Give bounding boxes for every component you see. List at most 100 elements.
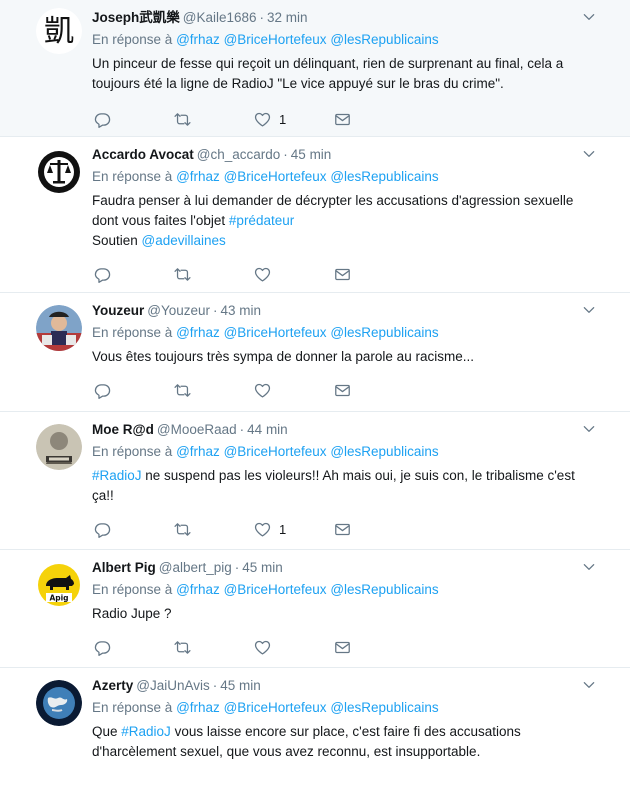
username[interactable]: @ch_accardo [197, 147, 281, 162]
reply-mention[interactable]: @frhaz [176, 169, 220, 184]
direct-message-button[interactable] [334, 521, 414, 538]
reply-button[interactable] [94, 521, 174, 538]
timestamp[interactable]: 45 min [242, 560, 283, 575]
retweet-button[interactable] [174, 111, 254, 128]
caret-down-icon[interactable] [582, 560, 596, 574]
reply-mention[interactable]: @lesRepublicains [330, 582, 438, 597]
reply-mention[interactable]: @lesRepublicains [330, 444, 438, 459]
tweet-text-line: Soutien @adevillaines [92, 231, 602, 251]
caret-down-icon[interactable] [582, 303, 596, 317]
timestamp[interactable]: 44 min [247, 422, 288, 437]
avatar[interactable]: 凱 [36, 8, 82, 54]
reply-mention[interactable]: @frhaz [176, 700, 220, 715]
direct-message-button[interactable] [334, 266, 414, 283]
username[interactable]: @Youzeur [147, 303, 210, 318]
like-button[interactable] [254, 639, 334, 656]
avatar[interactable] [36, 680, 82, 726]
reply-mention[interactable]: @BriceHortefeux [224, 582, 327, 597]
direct-message-button[interactable] [334, 111, 414, 128]
separator-dot: · [283, 147, 288, 162]
username[interactable]: @Kaile1686 [183, 10, 257, 25]
timestamp[interactable]: 32 min [267, 10, 308, 25]
tweet[interactable]: Apig Albert Pig @albert_pig · 45 min En rép… [0, 550, 630, 668]
caret-down-icon[interactable] [582, 147, 596, 161]
direct-message-button[interactable] [334, 639, 414, 656]
caret-down-icon[interactable] [582, 678, 596, 692]
reply-button[interactable] [94, 266, 174, 283]
reply-mention[interactable]: @lesRepublicains [330, 700, 438, 715]
retweet-button[interactable] [174, 521, 254, 538]
fullname[interactable]: Accardo Avocat [92, 147, 194, 162]
hashtag-link[interactable]: #RadioJ [121, 724, 171, 739]
retweet-button[interactable] [174, 639, 254, 656]
timestamp[interactable]: 45 min [291, 147, 332, 162]
fullname[interactable]: Azerty [92, 678, 133, 693]
separator-dot: · [213, 303, 218, 318]
text-fragment: Soutien [92, 233, 142, 248]
retweet-icon [174, 639, 191, 656]
fullname[interactable]: Youzeur [92, 303, 144, 318]
reply-mention[interactable]: @frhaz [176, 444, 220, 459]
reply-mention[interactable]: @BriceHortefeux [224, 444, 327, 459]
avatar[interactable] [36, 424, 82, 470]
text-fragment: dont vous faites l'objet [92, 213, 229, 228]
username[interactable]: @albert_pig [159, 560, 232, 575]
tweet[interactable]: Azerty @JaiUnAvis · 45 min En réponse à @fr… [0, 668, 630, 812]
timestamp[interactable]: 43 min [221, 303, 262, 318]
reply-mention[interactable]: @frhaz [176, 32, 220, 47]
reply-mention[interactable]: @lesRepublicains [330, 32, 438, 47]
like-count: 1 [279, 111, 287, 127]
reply-mention[interactable]: @BriceHortefeux [224, 325, 327, 340]
like-button[interactable]: 1 [254, 111, 334, 128]
tweet[interactable]: Moe R@d @MooeRaad · 44 min En réponse à @fr… [0, 412, 630, 550]
retweet-button[interactable] [174, 382, 254, 399]
tweet-actions: 1 [94, 510, 614, 548]
reply-context: En réponse à @frhaz @BriceHortefeux @les… [92, 30, 614, 50]
reply-mention[interactable]: @lesRepublicains [330, 325, 438, 340]
text-fragment: vous laisse encore sur place, c'est fair… [170, 724, 521, 739]
direct-message-icon [334, 111, 351, 128]
reply-mention[interactable]: @BriceHortefeux [224, 32, 327, 47]
separator-dot: · [234, 560, 240, 575]
fullname[interactable]: Joseph武凱樂 [92, 10, 180, 25]
reply-mention[interactable]: @BriceHortefeux [224, 169, 327, 184]
tweet[interactable]: Accardo Avocat @ch_accardo · 45 min En répo… [0, 137, 630, 293]
direct-message-icon [334, 639, 351, 656]
reply-mention[interactable]: @lesRepublicains [330, 169, 438, 184]
hashtag-link[interactable]: #RadioJ [92, 468, 142, 483]
like-count: 1 [279, 521, 287, 537]
reply-button[interactable] [94, 111, 174, 128]
tweet-text: Un pinceur de fesse qui reçoit un délinq… [92, 54, 614, 94]
tweet[interactable]: Youzeur @Youzeur · 43 min En réponse à @frh… [0, 293, 630, 412]
caret-down-icon[interactable] [582, 422, 596, 436]
avatar[interactable]: Apig [36, 562, 82, 608]
like-button[interactable] [254, 266, 334, 283]
hashtag-link[interactable]: #prédateur [229, 213, 294, 228]
reply-icon [94, 111, 111, 128]
timestamp[interactable]: 45 min [220, 678, 261, 693]
reply-mention[interactable]: @BriceHortefeux [224, 700, 327, 715]
reply-prefix: En réponse à [92, 444, 173, 459]
tweet-text-line: Vous êtes toujours très sympa de donner … [92, 349, 474, 364]
retweet-button[interactable] [174, 266, 254, 283]
reply-button[interactable] [94, 639, 174, 656]
avatar[interactable] [36, 305, 82, 351]
username[interactable]: @JaiUnAvis [136, 678, 209, 693]
reply-mention[interactable]: @frhaz [176, 582, 220, 597]
reply-mention[interactable]: @frhaz [176, 325, 220, 340]
tweet-header: Accardo Avocat @ch_accardo · 45 min [92, 145, 614, 165]
tweet[interactable]: 凱 Joseph武凱樂 @Kaile1686 · 32 min En réponse … [0, 0, 630, 137]
reply-prefix: En réponse à [92, 32, 173, 47]
fullname[interactable]: Moe R@d [92, 422, 154, 437]
like-button[interactable]: 1 [254, 521, 334, 538]
tweet-text: Vous êtes toujours très sympa de donner … [92, 347, 614, 367]
tweet-text-line: Que #RadioJ vous laisse encore sur place… [92, 722, 602, 742]
reply-button[interactable] [94, 382, 174, 399]
username[interactable]: @MooeRaad [157, 422, 237, 437]
mention-link[interactable]: @adevillaines [142, 233, 226, 248]
caret-down-icon[interactable] [582, 10, 596, 24]
direct-message-button[interactable] [334, 382, 414, 399]
like-button[interactable] [254, 382, 334, 399]
fullname[interactable]: Albert Pig [92, 560, 156, 575]
avatar[interactable] [36, 149, 82, 195]
